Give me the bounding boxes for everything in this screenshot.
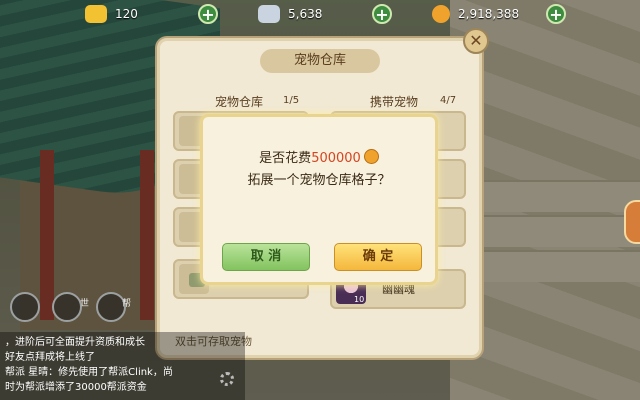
guild-voice-label: 帮 bbox=[122, 299, 132, 309]
carry-count: 4/7 bbox=[440, 95, 457, 106]
confirm-dialog: 是否花费500000 拓展一个宠物仓库格子？ 取 消 确 定 bbox=[200, 114, 438, 285]
chat-line: ，进阶后可全面提升资质和成长 bbox=[5, 337, 145, 348]
add-gold-button[interactable]: + bbox=[198, 4, 218, 24]
chat-settings-icon[interactable] bbox=[220, 372, 234, 386]
storage-count: 1/5 bbox=[283, 95, 300, 106]
dialog-question: 拓展一个宠物仓库格子？ bbox=[247, 173, 391, 188]
dialog-cost-line: 是否花费500000 bbox=[203, 147, 435, 166]
gold-ingot-icon bbox=[85, 5, 107, 23]
add-silver-button[interactable]: + bbox=[372, 4, 392, 24]
panel-title: 宠物仓库 bbox=[260, 49, 380, 73]
pet-level: 10 bbox=[354, 295, 365, 304]
silver-ingot-icon bbox=[258, 5, 280, 23]
side-expand-button[interactable] bbox=[624, 200, 640, 244]
cost-prefix: 是否花费 bbox=[259, 151, 312, 166]
cancel-button[interactable]: 取 消 bbox=[222, 243, 310, 271]
coin-icon bbox=[432, 5, 450, 23]
world-voice-button[interactable] bbox=[52, 292, 82, 322]
add-coin-button[interactable]: + bbox=[546, 4, 566, 24]
cost-value: 500000 bbox=[311, 151, 361, 166]
carry-label: 携带宠物 bbox=[370, 95, 419, 109]
world-voice-label: 世 bbox=[80, 299, 90, 309]
chat-line: 帮派 星晴：修先使用了帮派Clink，尚 bbox=[5, 367, 173, 378]
confirm-button[interactable]: 确 定 bbox=[334, 243, 422, 271]
chat-line: 时为帮派增添了30000帮派资金 bbox=[5, 382, 147, 393]
chat-panel[interactable]: ，进阶后可全面提升资质和成长 好友点拜成将上线了 帮派 星晴：修先使用了帮派Cl… bbox=[0, 332, 245, 400]
close-button[interactable]: ✕ bbox=[463, 28, 489, 54]
coin-icon bbox=[363, 149, 379, 164]
chat-line: 好友点拜成将上线了 bbox=[5, 352, 95, 363]
storage-label: 宠物仓库 bbox=[215, 95, 264, 109]
voice-button[interactable] bbox=[10, 292, 40, 322]
